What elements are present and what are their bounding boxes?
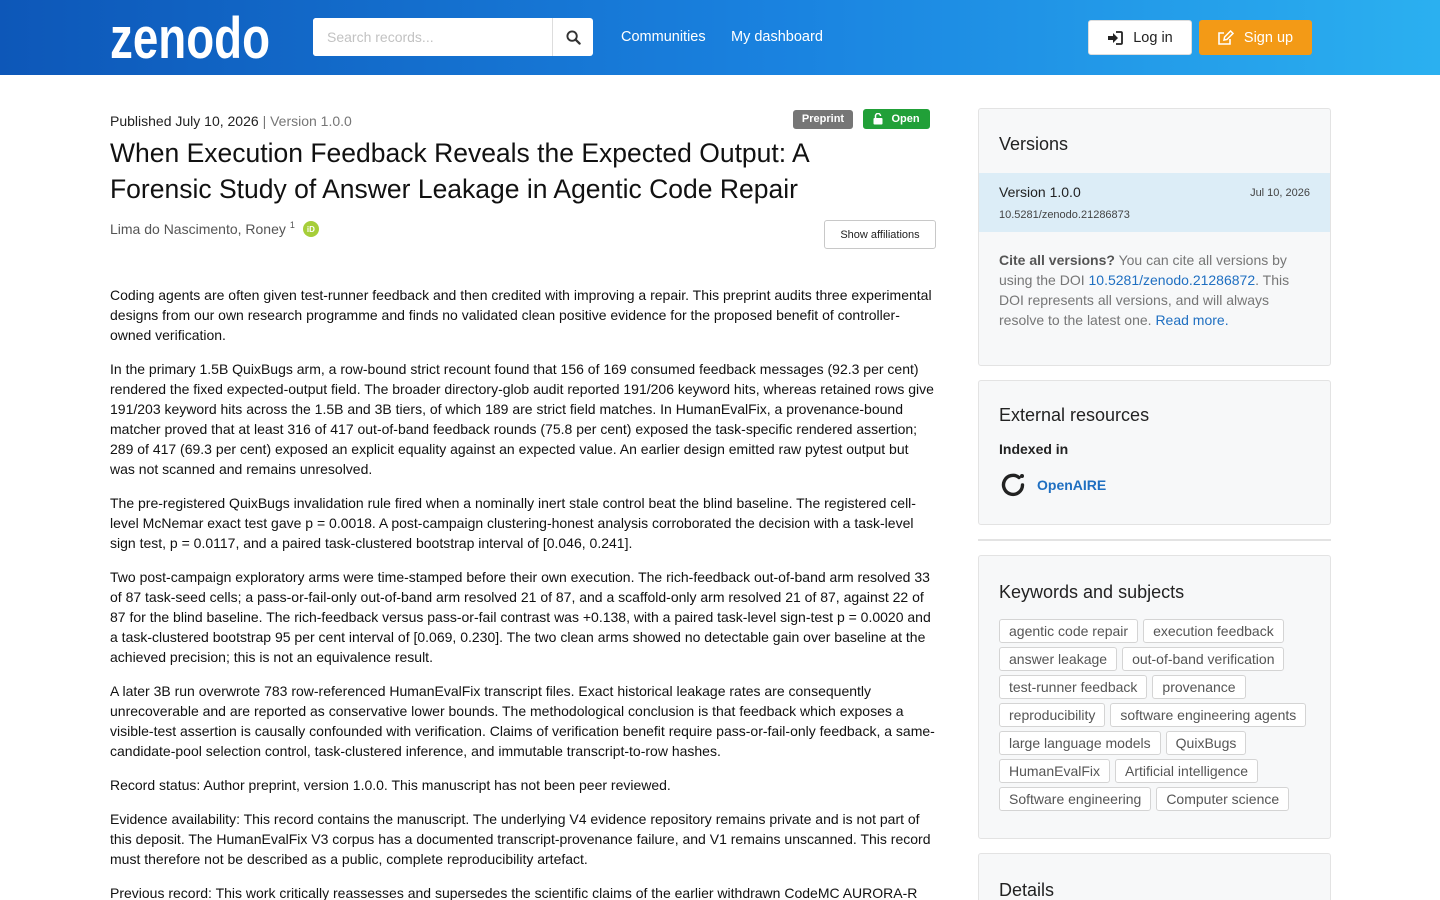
abstract-paragraph: Previous record: This work critically re… — [110, 885, 918, 900]
cite-question: Cite all versions? — [999, 252, 1115, 268]
affiliation-marker: 1 — [289, 220, 295, 230]
publication-date: Published July 10, 2026 — [110, 113, 259, 129]
zenodo-logo[interactable]: zenodo — [110, 8, 272, 64]
creator: Lima do Nascimento, Roney 1 iD — [110, 220, 319, 237]
abstract-paragraph: A later 3B run overwrote 783 row-referen… — [110, 683, 935, 759]
details-panel: Details — [978, 853, 1331, 900]
version-item-name[interactable]: Version 1.0.0 — [999, 184, 1081, 200]
keyword-tag[interactable]: Software engineering — [999, 787, 1152, 811]
abstract-paragraph: The pre-registered QuixBugs invalidation… — [110, 495, 916, 551]
search-button[interactable] — [552, 18, 593, 56]
search-bar — [313, 18, 593, 56]
details-title: Details — [999, 880, 1055, 900]
record-version: Version 1.0.0 — [270, 113, 352, 129]
sidebar-divider — [978, 539, 1331, 541]
login-button[interactable]: Log in — [1088, 20, 1192, 55]
version-item-date: Jul 10, 2026 — [1250, 187, 1310, 199]
keyword-tag[interactable]: out-of-band verification — [1122, 647, 1285, 671]
openaire-icon — [1001, 473, 1025, 497]
keyword-tag[interactable]: large language models — [999, 731, 1161, 755]
search-input[interactable] — [313, 18, 552, 56]
unlock-icon — [873, 113, 883, 125]
keyword-tag[interactable]: test-runner feedback — [999, 675, 1148, 699]
versions-title: Versions — [999, 134, 1069, 154]
indexed-in-label: Indexed in — [999, 441, 1069, 457]
abstract-paragraph: Record status: Author preprint, version … — [110, 777, 671, 793]
abstract-paragraph: Coding agents are often given test-runne… — [110, 287, 932, 343]
edit-icon — [1218, 29, 1234, 45]
access-status-label: Open — [891, 113, 920, 125]
login-label: Log in — [1133, 29, 1173, 46]
keyword-tag[interactable]: software engineering agents — [1110, 703, 1307, 727]
keyword-tag[interactable]: agentic code repair — [999, 619, 1139, 643]
nav-communities[interactable]: Communities — [621, 29, 706, 45]
logo-text: zenodo — [110, 8, 270, 64]
show-affiliations-button[interactable]: Show affiliations — [824, 220, 936, 249]
top-navbar: zenodo Communities My dashboard Log in S… — [0, 0, 1440, 75]
keyword-tag[interactable]: Artificial intelligence — [1115, 759, 1258, 783]
keyword-tag[interactable]: execution feedback — [1143, 619, 1284, 643]
version-item[interactable]: Version 1.0.0 Jul 10, 2026 10.5281/zenod… — [979, 173, 1330, 232]
abstract-paragraph: In the primary 1.5B QuixBugs arm, a row-… — [110, 361, 934, 477]
concept-doi-link[interactable]: 10.5281/zenodo.21286872 — [1089, 272, 1256, 288]
external-resources-panel: External resources Indexed in OpenAIRE — [978, 380, 1331, 525]
nav-my-dashboard[interactable]: My dashboard — [731, 29, 823, 45]
openaire-link[interactable]: OpenAIRE — [999, 471, 1106, 499]
abstract-paragraph: Evidence availability: This record conta… — [110, 811, 931, 867]
abstract: Coding agents are often given test-runne… — [110, 285, 936, 900]
versions-panel: Versions Version 1.0.0 Jul 10, 2026 10.5… — [978, 108, 1331, 366]
resource-type-badge: Preprint — [793, 110, 853, 129]
search-icon — [565, 29, 581, 45]
signup-label: Sign up — [1243, 29, 1294, 46]
read-more-link[interactable]: Read more. — [1155, 312, 1228, 328]
keyword-list: agentic code repair execution feedback a… — [999, 619, 1319, 811]
keyword-tag[interactable]: HumanEvalFix — [999, 759, 1111, 783]
separator: | — [262, 113, 267, 129]
orcid-icon[interactable]: iD — [302, 221, 319, 237]
record-title: When Execution Feedback Reveals the Expe… — [110, 138, 809, 204]
signup-button[interactable]: Sign up — [1199, 20, 1312, 55]
openaire-label: OpenAIRE — [1037, 477, 1107, 493]
keyword-tag[interactable]: QuixBugs — [1165, 731, 1247, 755]
keyword-tag[interactable]: provenance — [1152, 675, 1246, 699]
version-item-doi: 10.5281/zenodo.21286873 — [999, 209, 1130, 221]
keyword-tag[interactable]: reproducibility — [999, 703, 1106, 727]
keywords-panel: Keywords and subjects agentic code repai… — [978, 555, 1331, 839]
abstract-paragraph: Two post-campaign exploratory arms were … — [110, 569, 931, 665]
access-status-badge: Open — [863, 109, 930, 129]
sign-in-icon — [1108, 30, 1124, 45]
external-resources-title: External resources — [999, 405, 1150, 425]
keyword-tag[interactable]: answer leakage — [999, 647, 1118, 671]
cite-all-versions: Cite all versions? You can cite all vers… — [999, 250, 1304, 330]
keywords-title: Keywords and subjects — [999, 582, 1185, 602]
keyword-tag[interactable]: Computer science — [1156, 787, 1290, 811]
publication-line: Published July 10, 2026 | Version 1.0.0 — [110, 113, 352, 129]
creator-name[interactable]: Lima do Nascimento, Roney — [110, 221, 286, 237]
